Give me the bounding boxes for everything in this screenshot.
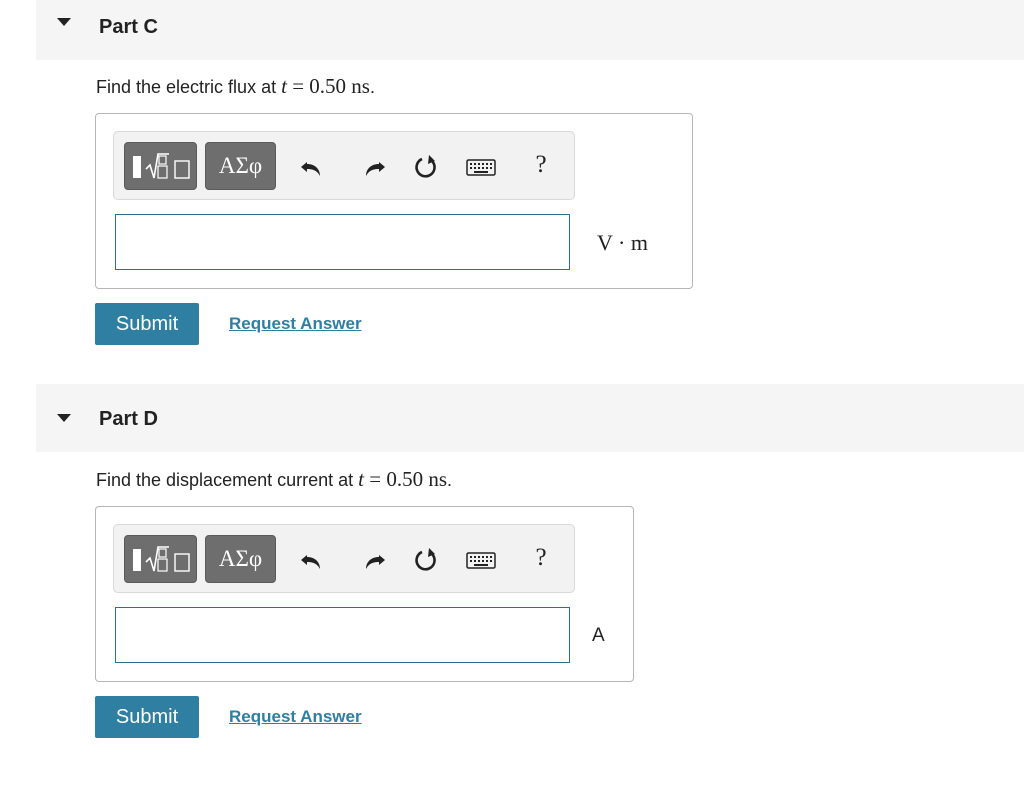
time-value: 0.50 ns	[386, 467, 448, 491]
answer-input[interactable]	[115, 607, 570, 663]
part-d-header[interactable]: Part D	[36, 384, 1024, 452]
prompt-end: .	[447, 470, 453, 490]
collapse-caret-icon[interactable]	[57, 414, 71, 422]
keyboard-icon[interactable]	[465, 152, 497, 182]
reset-icon[interactable]	[411, 545, 441, 575]
part-c-section: Part C Find the electric flux at t = 0.5…	[0, 0, 1024, 380]
greek-symbols-button[interactable]: ΑΣφ	[205, 535, 276, 583]
time-value: 0.50 ns	[309, 74, 370, 98]
request-answer-link[interactable]: Request Answer	[229, 314, 362, 334]
keyboard-icon[interactable]	[465, 545, 497, 575]
prompt-text: Find the displacement current at	[96, 470, 359, 490]
greek-symbols-button[interactable]: ΑΣφ	[205, 142, 276, 190]
answer-input[interactable]	[115, 214, 570, 270]
prompt-end: .	[369, 77, 375, 97]
undo-icon[interactable]	[298, 152, 328, 182]
answer-box: ΑΣφ ? A	[95, 506, 634, 682]
templates-icon	[133, 546, 190, 572]
unit-label: V · m	[597, 230, 648, 255]
unit-label: A	[592, 625, 605, 646]
equals-sign: =	[286, 74, 310, 98]
help-icon[interactable]: ?	[526, 150, 556, 180]
collapse-caret-icon[interactable]	[57, 18, 71, 26]
templates-icon	[133, 153, 190, 179]
redo-icon[interactable]	[358, 152, 388, 182]
part-title: Part D	[99, 408, 158, 430]
reset-icon[interactable]	[411, 152, 441, 182]
math-toolbar: ΑΣφ ?	[113, 524, 575, 593]
help-icon[interactable]: ?	[526, 543, 556, 573]
undo-icon[interactable]	[298, 545, 328, 575]
templates-button[interactable]	[124, 142, 197, 190]
equals-sign: =	[363, 467, 387, 491]
part-d-section: Part D Find the displacement current at …	[0, 384, 1024, 784]
prompt-text: Find the electric flux at	[96, 77, 282, 97]
part-c-header[interactable]: Part C	[36, 0, 1024, 60]
submit-button[interactable]: Submit	[95, 303, 199, 345]
question-prompt: Find the electric flux at t = 0.50 ns.	[96, 74, 375, 99]
submit-button[interactable]: Submit	[95, 696, 199, 738]
request-answer-link[interactable]: Request Answer	[229, 707, 362, 727]
question-prompt: Find the displacement current at t = 0.5…	[96, 467, 452, 492]
math-toolbar: ΑΣφ ?	[113, 131, 575, 200]
templates-button[interactable]	[124, 535, 197, 583]
redo-icon[interactable]	[358, 545, 388, 575]
answer-box: ΑΣφ ? V · m	[95, 113, 693, 289]
part-title: Part C	[99, 16, 158, 38]
